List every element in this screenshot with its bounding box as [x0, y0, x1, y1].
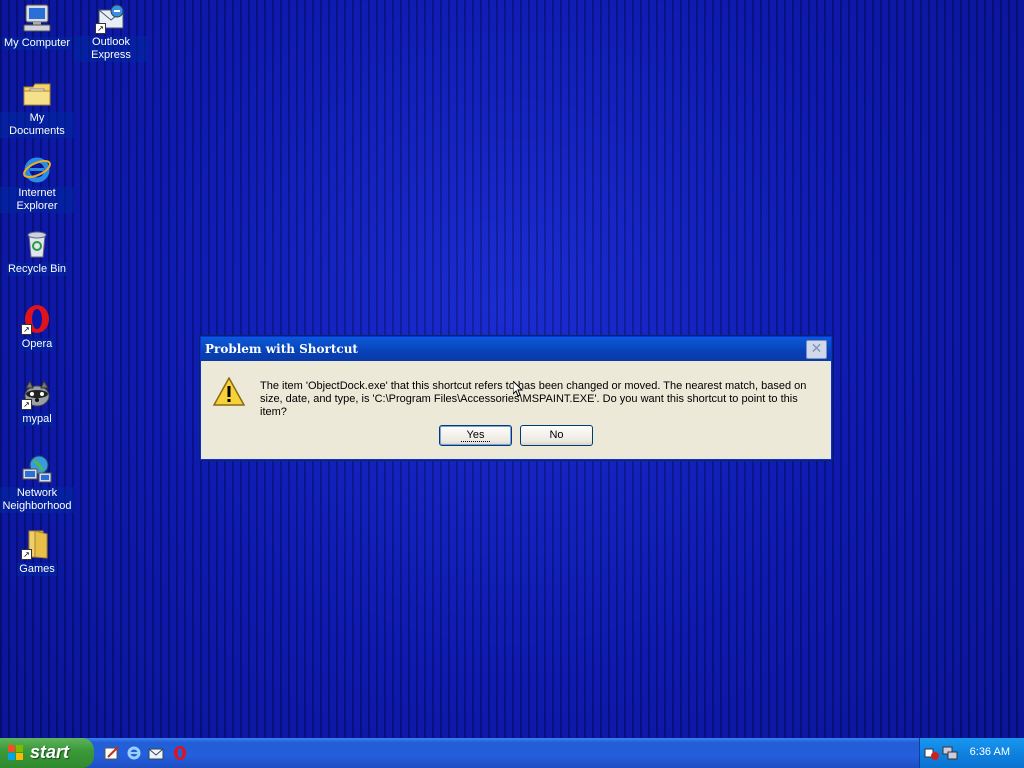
network-icon[interactable]: [942, 745, 958, 761]
problem-with-shortcut-dialog: Problem with Shortcut ✕ The item 'Object…: [200, 336, 832, 460]
warning-icon: [212, 376, 246, 407]
opera-icon: ↗: [21, 303, 53, 335]
my-documents-icon: [21, 78, 53, 110]
games-folder-icon: ↗: [21, 528, 53, 560]
internet-explorer-icon[interactable]: [126, 745, 142, 761]
close-button[interactable]: ✕: [806, 340, 827, 359]
dialog-titlebar[interactable]: Problem with Shortcut ✕: [201, 337, 831, 361]
desktop-icon-label: Opera: [19, 338, 55, 351]
desktop-icon-label: Internet Explorer: [0, 187, 74, 213]
network-neighborhood-icon: [21, 453, 53, 485]
my-computer-icon: [21, 2, 53, 34]
taskbar: start 6:36 AM: [0, 738, 1024, 768]
shortcut-arrow-icon: ↗: [21, 324, 32, 335]
desktop-icon-internet-explorer[interactable]: Internet Explorer: [0, 153, 74, 213]
opera-icon[interactable]: [172, 745, 188, 761]
desktop-icon-label: Outlook Express: [74, 36, 148, 62]
dialog-title: Problem with Shortcut: [205, 342, 358, 356]
yes-button[interactable]: Yes: [439, 425, 512, 446]
no-button-label: No: [549, 429, 564, 441]
desktop-icon-outlook-express[interactable]: ↗ Outlook Express: [74, 2, 148, 62]
outlook-express-icon[interactable]: [148, 745, 164, 761]
windows-logo-icon: [8, 745, 24, 761]
dialog-message: The item 'ObjectDock.exe' that this shor…: [260, 380, 807, 418]
desktop-icon-network-neighborhood[interactable]: Network Neighborhood: [0, 453, 74, 513]
desktop-icon-recycle-bin[interactable]: Recycle Bin: [0, 228, 74, 276]
mypal-icon: ↗: [21, 378, 53, 410]
desktop-icon-my-computer[interactable]: My Computer: [0, 2, 74, 50]
mouse-cursor-icon: [512, 379, 524, 397]
desktop-icon-my-documents[interactable]: My Documents: [0, 78, 74, 138]
outlook-express-icon: ↗: [95, 2, 127, 34]
desktop-icon-label: mypal: [20, 413, 54, 426]
paint-icon[interactable]: [104, 745, 120, 761]
desktop-icon-label: Recycle Bin: [5, 263, 69, 276]
desktop: My Computer ↗ Outlook Express My Documen…: [0, 0, 1024, 738]
yes-button-label: Yes: [460, 429, 491, 442]
internet-explorer-icon: [21, 153, 53, 185]
desktop-icon-label: Network Neighborhood: [0, 487, 74, 513]
shortcut-arrow-icon: ↗: [21, 399, 32, 410]
no-button[interactable]: No: [520, 425, 593, 446]
desktop-icon-opera[interactable]: ↗ Opera: [0, 303, 74, 351]
start-button[interactable]: start: [0, 738, 94, 768]
desktop-icon-label: My Documents: [0, 112, 74, 138]
shortcut-arrow-icon: ↗: [21, 549, 32, 560]
recycle-bin-icon: [21, 228, 53, 260]
desktop-icon-label: My Computer: [1, 37, 73, 50]
shortcut-arrow-icon: ↗: [95, 23, 106, 34]
start-label: start: [30, 742, 70, 762]
system-tray: 6:36 AM: [919, 738, 1024, 768]
close-icon: ✕: [810, 341, 823, 357]
volume-icon[interactable]: [924, 745, 940, 761]
desktop-icon-mypal[interactable]: ↗ mypal: [0, 378, 74, 426]
clock[interactable]: 6:36 AM: [970, 746, 1010, 758]
desktop-icon-label: Games: [17, 563, 57, 576]
desktop-icon-games[interactable]: ↗ Games: [0, 528, 74, 576]
